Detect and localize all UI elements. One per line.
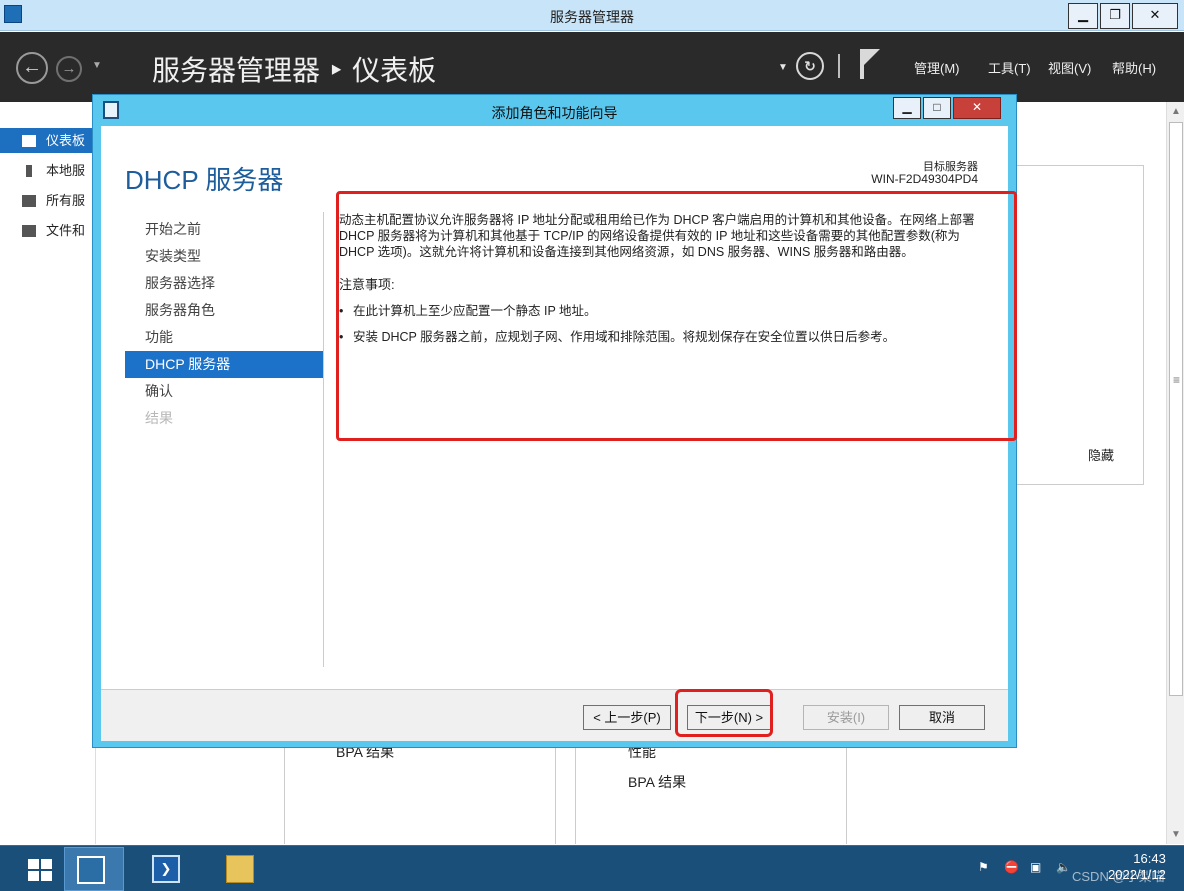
wizard-titlebar: 添加角色和功能向导 ▁ □ ✕ [93,95,1016,126]
step-features[interactable]: 功能 [125,324,323,351]
vertical-scrollbar[interactable]: ▲ ≡ ▼ [1166,102,1184,844]
target-server-value: WIN-F2D49304PD4 [871,172,978,186]
menu-help[interactable]: 帮助(H) [1112,58,1156,77]
close-button[interactable]: ✕ [1132,3,1178,29]
display-icon[interactable]: ▣ [1030,860,1041,874]
step-confirmation[interactable]: 确认 [125,378,323,405]
wizard-close-button[interactable]: ✕ [953,97,1001,119]
scroll-up-icon[interactable]: ▲ [1167,106,1184,117]
taskbar: ❯ ⚑ ⛔ ▣ 🔈 16:43 2022/1/12 [0,845,1184,891]
bpa-tile-1 [284,748,556,844]
step-installation-type[interactable]: 安装类型 [125,243,323,270]
taskbar-file-explorer[interactable] [214,847,262,891]
left-nav: 仪表板 本地服 所有服 文件和 [0,102,96,844]
network-icon[interactable]: ⛔ [1004,860,1019,874]
step-results: 结果 [145,410,173,426]
nav-label: 仪表板 [46,133,86,148]
install-button: 安装(I) [803,705,889,730]
steps-divider [323,212,324,667]
add-roles-wizard-dialog: 添加角色和功能向导 ▁ □ ✕ DHCP 服务器 目标服务器 WIN-F2D49… [92,94,1017,748]
maximize-button[interactable]: ❐ [1100,3,1130,29]
scroll-down-icon[interactable]: ▼ [1167,829,1184,840]
wizard-title: 添加角色和功能向导 [491,105,618,121]
nav-item-file-storage[interactable]: 文件和 [0,218,96,243]
wizard-steps: 开始之前 安装类型 服务器选择 服务器角色 功能 DHCP 服务器 确认 结果 [125,216,323,432]
menu-tools[interactable]: 工具(T) [988,58,1031,77]
refresh-icon[interactable]: ↻ [796,52,824,80]
refresh-dropdown-icon[interactable]: ▼ [778,62,788,73]
minimize-button[interactable]: ▁ [1068,3,1098,29]
server-manager-header: ← → ▼ 服务器管理器 ‣ 仪表板 ▼ ↻ 管理(M) 工具(T) 视图(V)… [0,32,1184,102]
header-divider [838,54,840,78]
wizard-body: DHCP 服务器 目标服务器 WIN-F2D49304PD4 开始之前 安装类型… [101,126,1017,689]
taskbar-server-manager[interactable] [64,847,124,891]
taskbar-powershell[interactable]: ❯ [140,847,188,891]
step-before-you-begin[interactable]: 开始之前 [125,216,323,243]
servers-icon [22,195,36,207]
page-title: DHCP 服务器 [125,165,284,195]
server-manager-titlebar: 服务器管理器 ▁ ❐ ✕ [0,0,1184,31]
breadcrumb: 服务器管理器 ‣ 仪表板 [152,55,437,86]
menu-manage[interactable]: 管理(M) [914,58,960,77]
server-icon [26,165,32,177]
notifications-flag-icon[interactable] [860,49,880,79]
back-arrow-icon[interactable]: ← [16,52,48,84]
powershell-icon: ❯ [152,855,180,883]
wizard-minimize-button[interactable]: ▁ [893,97,921,119]
previous-button[interactable]: < 上一步(P) [583,705,671,730]
volume-icon[interactable]: 🔈 [1056,860,1071,874]
bpa-tile-2 [575,748,847,844]
grip-icon: ≡ [1173,373,1181,387]
server-manager-icon [77,856,105,884]
hide-link[interactable]: 隐藏 [1088,445,1114,464]
action-center-icon[interactable]: ⚑ [978,860,989,874]
nav-label: 所有服 [46,193,86,208]
highlight-box-description [336,191,1017,441]
step-server-roles[interactable]: 服务器角色 [125,297,323,324]
menu-view[interactable]: 视图(V) [1048,58,1091,77]
welcome-tile [1016,165,1144,485]
forward-arrow-icon[interactable]: → [56,56,82,82]
nav-item-local-server[interactable]: 本地服 [0,158,96,183]
nav-label: 本地服 [46,163,86,178]
start-button[interactable] [12,847,60,891]
nav-label: 文件和 [46,223,86,238]
folder-icon [226,855,254,883]
step-server-selection[interactable]: 服务器选择 [125,270,323,297]
wizard-maximize-button[interactable]: □ [923,97,951,119]
bpa-results-label-2[interactable]: BPA 结果 [628,772,686,792]
nav-item-dashboard[interactable]: 仪表板 [0,128,96,153]
scroll-thumb[interactable]: ≡ [1169,122,1183,696]
watermark: CSDN @小梨喵 [1072,869,1165,884]
nav-item-all-servers[interactable]: 所有服 [0,188,96,213]
wizard-footer: < 上一步(P) 下一步(N) > 安装(I) 取消 [101,689,1008,741]
highlight-box-next [675,689,773,737]
file-storage-icon [22,225,36,237]
history-dropdown-icon[interactable]: ▼ [92,60,102,71]
cancel-button[interactable]: 取消 [899,705,985,730]
step-dhcp-server[interactable]: DHCP 服务器 [125,351,323,378]
windows-logo-icon [28,859,52,881]
dashboard-icon [22,135,36,147]
clock-time: 16:43 [1133,851,1166,866]
window-title: 服务器管理器 [550,9,634,25]
